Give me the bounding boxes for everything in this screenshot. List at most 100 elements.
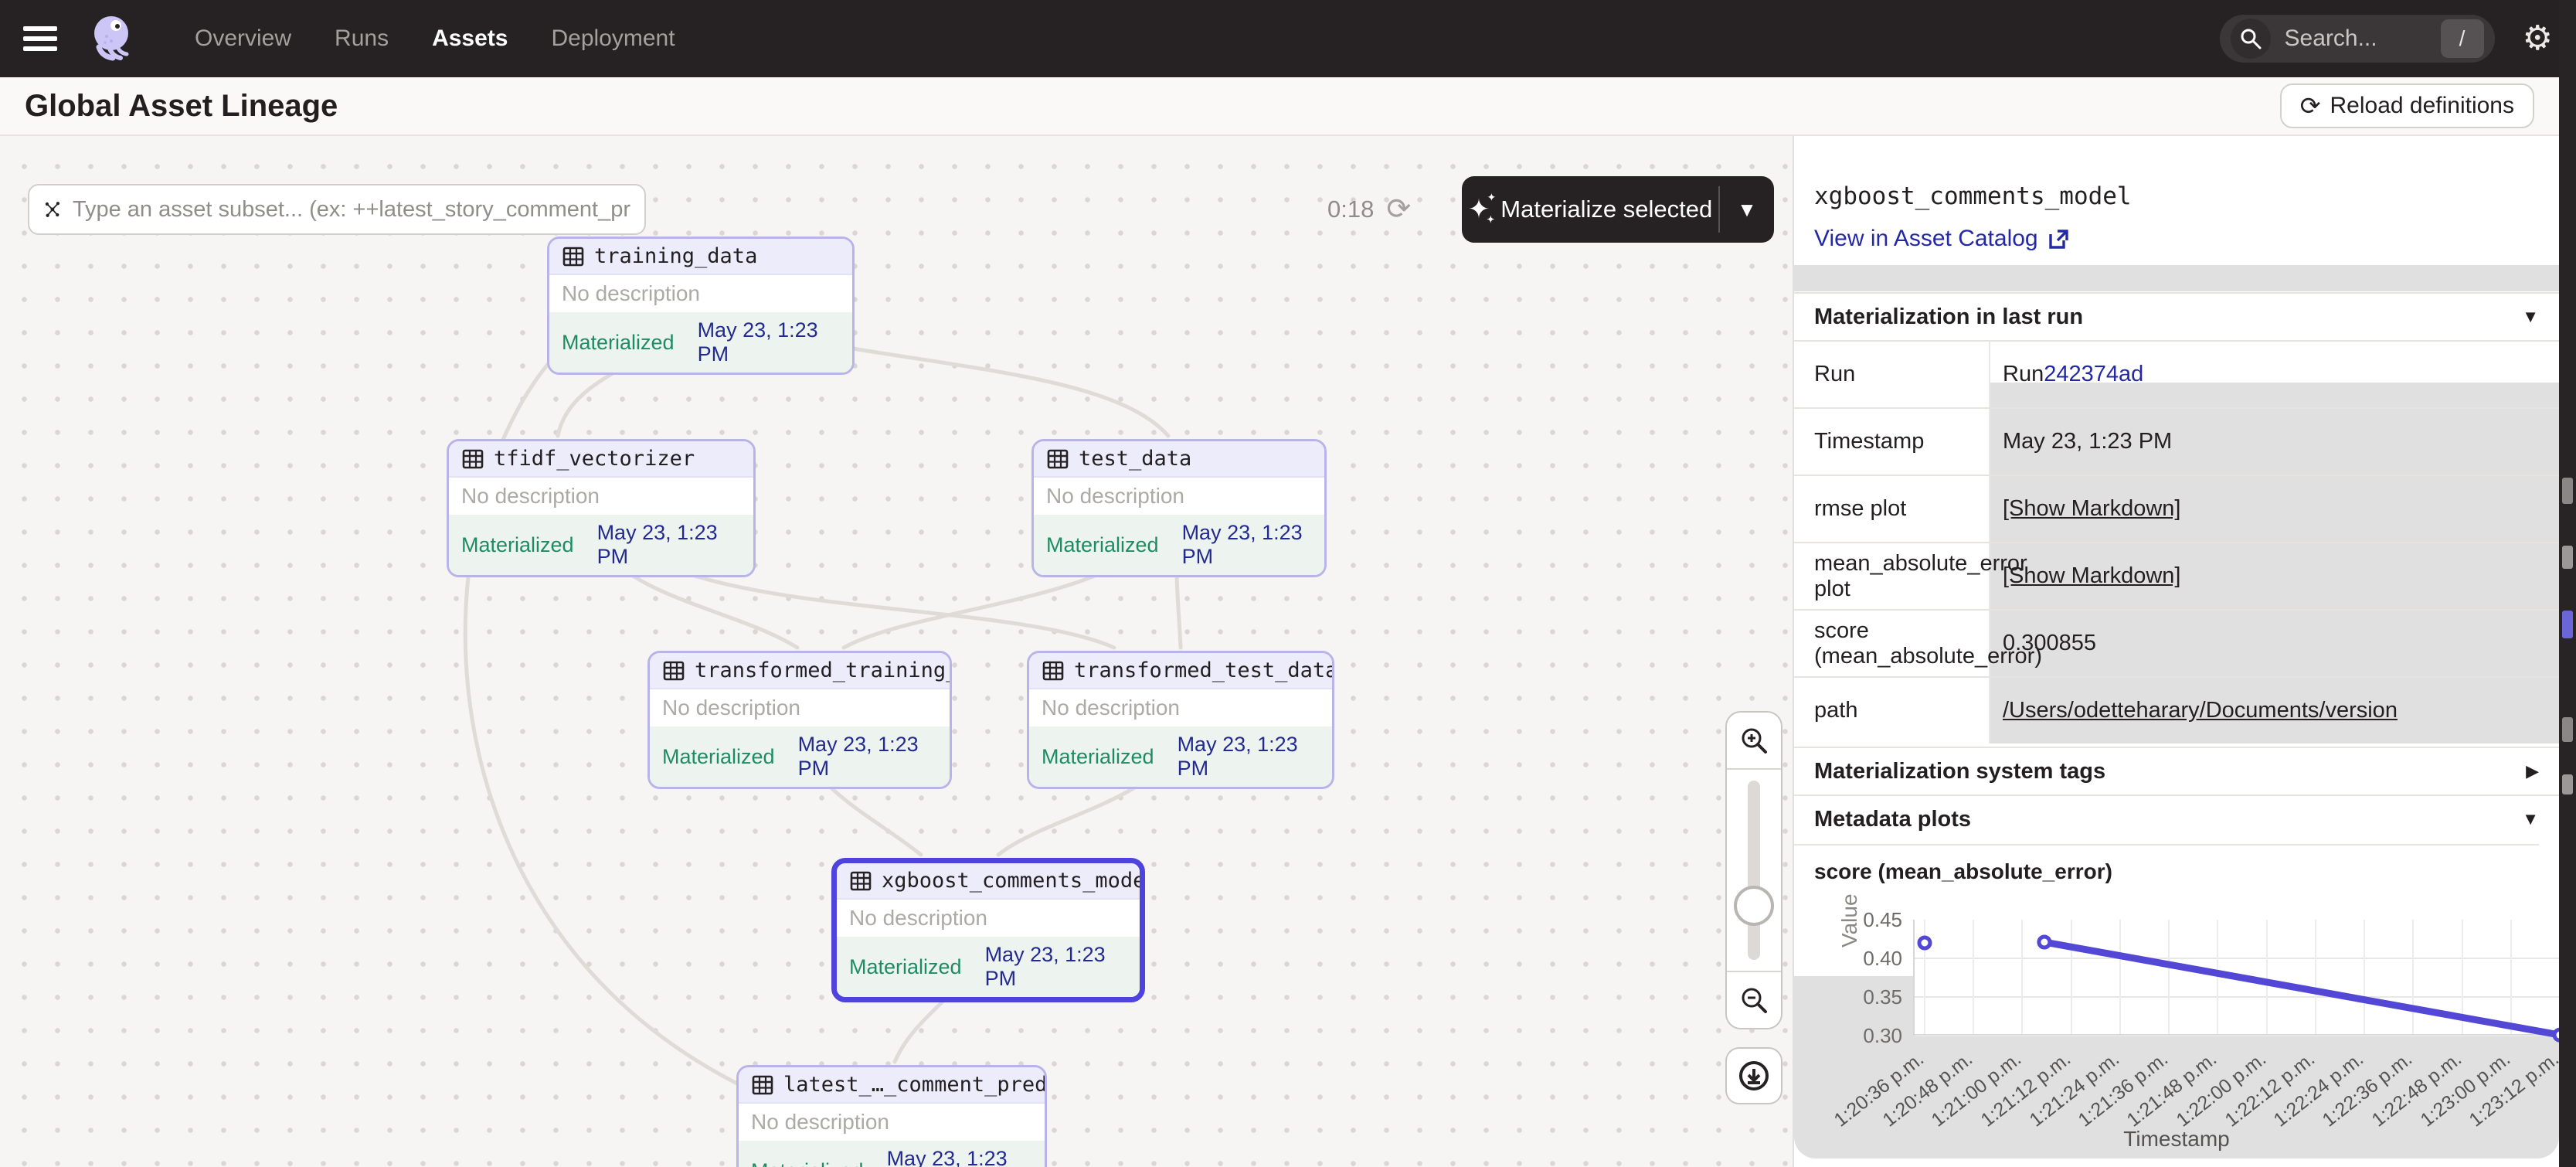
asset-node-name: transformed_training_data: [695, 658, 952, 682]
asset-node-tfidf-vectorizer[interactable]: tfidf_vectorizer No description Material…: [447, 439, 756, 577]
search-input[interactable]: Search... /: [2220, 15, 2495, 63]
path-link[interactable]: /Users/odetteharary/Documents/version: [1990, 678, 2559, 743]
asset-node-description: No description: [449, 478, 753, 515]
asset-node-status: Materialized: [662, 745, 775, 769]
asset-node-name: latest_…_comment_predictions: [783, 1073, 1047, 1097]
metadata-table: Run Run 242374ad Timestamp May 23, 1:23 …: [1794, 340, 2559, 743]
search-icon: [2231, 19, 2271, 59]
nav-tab-deployment[interactable]: Deployment: [551, 26, 675, 52]
chart-y-tick: 0.45: [1848, 908, 1902, 932]
table-icon: [849, 869, 872, 893]
nav-tabs: Overview Runs Assets Deployment: [195, 26, 675, 52]
section-materialization-system-tags[interactable]: Materialization system tags ▶: [1794, 747, 2559, 794]
asset-node-status: Materialized: [1046, 533, 1159, 557]
asset-node-description: No description: [549, 275, 852, 312]
nav-tab-overview[interactable]: Overview: [195, 26, 291, 52]
table-row-run: Run Run 242374ad: [1794, 340, 2559, 407]
chart-y-tick: 0.40: [1848, 947, 1902, 971]
hamburger-menu-icon[interactable]: [23, 26, 57, 51]
asset-graph-icon: [43, 196, 62, 223]
chevron-down-icon: ▼: [2522, 809, 2539, 829]
refresh-timer: 0:18: [1327, 196, 1374, 223]
table-icon: [461, 447, 484, 471]
asset-node-transformed-training-data[interactable]: transformed_training_data No description…: [647, 651, 952, 789]
zoom-in-button[interactable]: [1727, 713, 1781, 770]
table-icon: [662, 659, 685, 682]
section-materialization-last-run[interactable]: Materialization in last run ▼: [1794, 292, 2559, 340]
asset-node-xgboost-comments-model[interactable]: xgboost_comments_model No description Ma…: [831, 858, 1145, 1002]
page-header: Global Asset Lineage ⟳ Reload definition…: [0, 77, 2576, 136]
chart-y-tick: 0.35: [1848, 985, 1902, 1009]
zoom-slider-track[interactable]: [1748, 781, 1760, 960]
collapsed-panel-strip[interactable]: [2559, 0, 2576, 1167]
download-icon: [1737, 1059, 1771, 1093]
asset-node-timestamp: May 23, 1:23 PM: [798, 733, 937, 781]
graph-zoom-controls: [1725, 711, 1782, 1029]
asset-node-status: Materialized: [461, 533, 574, 557]
asset-node-name: training_data: [594, 244, 757, 268]
table-row-mae-plot: mean_absolute_error plot [Show Markdown]: [1794, 542, 2559, 609]
sparkle-icon: ✦✦✦: [1468, 196, 1490, 223]
asset-node-latest-comment-predictions[interactable]: latest_…_comment_predictions No descript…: [736, 1065, 1047, 1167]
asset-lineage-graph: Type an asset subset... (ex: ++latest_st…: [0, 136, 1794, 1167]
chevron-down-icon: ▼: [2522, 307, 2539, 327]
gear-icon[interactable]: ⚙: [2523, 22, 2553, 56]
asset-node-timestamp: May 23, 1:23 PM: [1178, 733, 1320, 781]
plot-title: score (mean_absolute_error): [1794, 844, 2539, 897]
asset-node-name: xgboost_comments_model: [882, 869, 1145, 893]
asset-node-status: Materialized: [751, 1159, 864, 1167]
reload-definitions-button[interactable]: ⟳ Reload definitions: [2280, 83, 2534, 128]
chevron-right-icon: ▶: [2526, 761, 2539, 781]
asset-node-description: No description: [1034, 478, 1324, 515]
asset-node-test-data[interactable]: test_data No description Materialized Ma…: [1031, 439, 1327, 577]
asset-name-title: xgboost_comments_model: [1814, 182, 2132, 210]
asset-node-description: No description: [837, 900, 1140, 937]
asset-node-status: Materialized: [1042, 745, 1154, 769]
asset-node-transformed-test-data[interactable]: transformed_test_data No description Mat…: [1027, 651, 1334, 789]
run-id-link[interactable]: 242374ad: [2044, 362, 2143, 387]
asset-details-panel: xgboost_comments_model View in Asset Cat…: [1794, 136, 2559, 1167]
chart-plot-area: [1913, 920, 2559, 1036]
asset-node-training-data[interactable]: training_data No description Materialize…: [547, 236, 855, 375]
zoom-slider: [1727, 770, 1781, 971]
asset-node-timestamp: May 23, 1:23 PM: [698, 318, 840, 366]
zoom-slider-handle[interactable]: [1734, 886, 1774, 926]
chart-y-tick: 0.30: [1848, 1024, 1902, 1048]
table-icon: [1046, 447, 1069, 471]
asset-node-description: No description: [739, 1104, 1045, 1141]
asset-node-description: No description: [650, 689, 950, 726]
search-placeholder: Search...: [2285, 26, 2441, 52]
section-metadata-plots[interactable]: Metadata plots ▼: [1794, 794, 2559, 842]
view-in-asset-catalog-link[interactable]: View in Asset Catalog: [1814, 226, 2069, 252]
asset-node-name: tfidf_vectorizer: [494, 447, 695, 471]
show-markdown-link[interactable]: [Show Markdown]: [1990, 543, 2559, 609]
download-graph-button[interactable]: [1725, 1047, 1782, 1104]
table-row-score: score (mean_absolute_error) 0.300855: [1794, 609, 2559, 676]
nav-tab-runs[interactable]: Runs: [335, 26, 389, 52]
chart-x-axis-label: Timestamp: [1794, 1127, 2559, 1152]
loading-shimmer-band: [1794, 265, 2559, 291]
nav-tab-assets[interactable]: Assets: [432, 26, 508, 52]
show-markdown-link[interactable]: [Show Markdown]: [1990, 476, 2559, 542]
asset-subset-input[interactable]: Type an asset subset... (ex: ++latest_st…: [28, 184, 646, 235]
asset-node-name: test_data: [1079, 447, 1191, 471]
refresh-graph-icon[interactable]: ⟳: [1386, 195, 1411, 224]
table-row-timestamp: Timestamp May 23, 1:23 PM: [1794, 407, 2559, 475]
zoom-out-button[interactable]: [1727, 971, 1781, 1028]
table-icon: [562, 245, 585, 268]
table-row-path: path /Users/odetteharary/Documents/versi…: [1794, 676, 2559, 743]
asset-node-name: transformed_test_data: [1074, 658, 1334, 682]
asset-node-status: Materialized: [849, 955, 962, 979]
asset-node-timestamp: May 23, 1:23 PM: [887, 1147, 1032, 1167]
dagster-logo[interactable]: [88, 13, 139, 64]
asset-subset-placeholder: Type an asset subset... (ex: ++latest_st…: [73, 197, 630, 223]
search-shortcut-badge: /: [2441, 19, 2484, 58]
asset-node-description: No description: [1029, 689, 1332, 726]
materialize-selected-button[interactable]: ✦✦✦ Materialize selected ▼: [1462, 176, 1774, 243]
materialize-options-caret[interactable]: ▼: [1720, 198, 1774, 222]
page-title: Global Asset Lineage: [25, 89, 338, 124]
asset-node-timestamp: May 23, 1:23 PM: [985, 943, 1127, 991]
table-row-rmse-plot: rmse plot [Show Markdown]: [1794, 475, 2559, 542]
table-icon: [1042, 659, 1065, 682]
asset-node-timestamp: May 23, 1:23 PM: [1182, 521, 1312, 569]
